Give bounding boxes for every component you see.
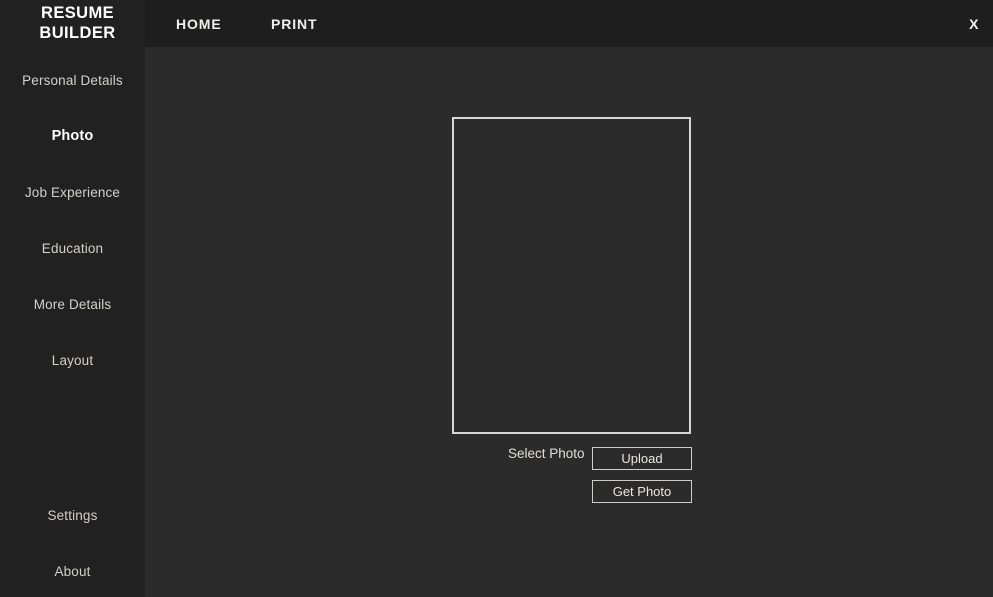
top-navigation-bar: HOME PRINT X	[145, 0, 993, 47]
main-content: Select Photo Upload Get Photo	[145, 47, 993, 597]
app-title: RESUME BUILDER	[0, 0, 145, 47]
sidebar-item-job-experience[interactable]: Job Experience	[0, 181, 145, 203]
photo-preview-frame[interactable]	[452, 117, 691, 434]
sidebar-item-label: Layout	[51, 352, 94, 368]
sidebar-item-label: Job Experience	[24, 184, 121, 200]
app-title-line1: RESUME	[41, 4, 114, 23]
sidebar: RESUME BUILDER Personal Details Photo Jo…	[0, 0, 145, 597]
sidebar-item-about[interactable]: About	[0, 560, 145, 582]
app-title-line2: BUILDER	[39, 23, 116, 42]
tab-home[interactable]: HOME	[176, 0, 222, 47]
get-photo-button-label: Get Photo	[612, 484, 672, 499]
sidebar-item-label: Photo	[51, 128, 94, 144]
app-window: RESUME BUILDER Personal Details Photo Jo…	[0, 0, 993, 597]
close-icon[interactable]: X	[969, 0, 979, 47]
tab-print-label: PRINT	[271, 15, 318, 32]
sidebar-item-settings[interactable]: Settings	[0, 504, 145, 526]
sidebar-item-photo[interactable]: Photo	[0, 125, 145, 147]
tab-home-label: HOME	[176, 15, 222, 32]
get-photo-button[interactable]: Get Photo	[592, 480, 692, 503]
tab-print[interactable]: PRINT	[271, 0, 318, 47]
sidebar-item-label: More Details	[33, 296, 112, 312]
sidebar-item-layout[interactable]: Layout	[0, 349, 145, 371]
upload-button-label: Upload	[621, 451, 663, 466]
sidebar-item-label: Education	[41, 240, 104, 256]
sidebar-item-more-details[interactable]: More Details	[0, 293, 145, 315]
close-label: X	[969, 15, 979, 32]
sidebar-item-label: About	[54, 563, 91, 579]
upload-button[interactable]: Upload	[592, 447, 692, 470]
sidebar-item-label: Settings	[47, 507, 98, 523]
sidebar-item-education[interactable]: Education	[0, 237, 145, 259]
sidebar-item-label: Personal Details	[22, 72, 123, 88]
select-photo-label: Select Photo	[508, 446, 585, 461]
sidebar-item-personal-details[interactable]: Personal Details	[0, 69, 145, 91]
